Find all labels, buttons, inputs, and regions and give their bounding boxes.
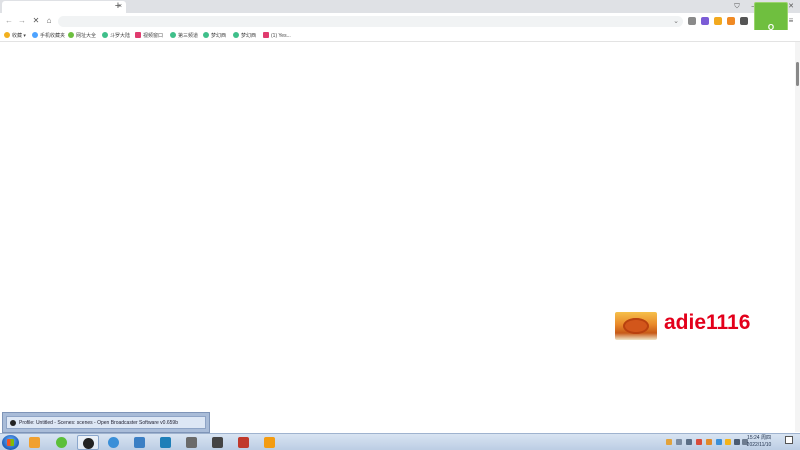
bookmark-item[interactable]: 网址大全 — [68, 31, 96, 41]
coupon-extension-icon[interactable] — [714, 17, 722, 25]
crab-image — [615, 312, 657, 340]
windows-logo-icon — [7, 439, 14, 446]
taskbar-app-browser[interactable] — [51, 435, 73, 450]
taskbar-preview-popup[interactable]: Profile: Untitled - Scenes: scenes - Ope… — [2, 412, 210, 433]
android-icon — [186, 437, 197, 448]
start-button[interactable] — [2, 435, 19, 450]
bookmark-label: 斗罗大陆 — [110, 33, 131, 39]
tray-icon[interactable] — [725, 439, 731, 445]
site-icon — [102, 32, 108, 38]
taskbar-app-game[interactable] — [233, 435, 255, 450]
watermark-text: adie1116 — [664, 311, 751, 334]
tray-icon[interactable] — [676, 439, 682, 445]
edge-icon — [108, 437, 119, 448]
game-icon — [238, 437, 249, 448]
globe-icon — [68, 32, 74, 38]
extension-icon[interactable] — [701, 17, 709, 25]
bookmark-label: 网址大全 — [76, 33, 97, 39]
taskbar-app-qq[interactable] — [24, 435, 46, 450]
video-icon — [263, 32, 269, 38]
bookmark-label: 手机收藏夹 — [40, 33, 66, 39]
bookmark-item[interactable]: 梦幻西 — [203, 31, 226, 41]
taskbar-app-android[interactable] — [181, 435, 203, 450]
bookmark-label: 梦幻西 — [241, 33, 257, 39]
tray-icon[interactable] — [686, 439, 692, 445]
qq-icon — [29, 437, 40, 448]
taskbar: 15:24 周四 2022/11/10 — [0, 433, 800, 450]
taskbar-app-edge[interactable] — [103, 435, 125, 450]
chevron-down-icon[interactable]: ⌄ — [673, 16, 679, 27]
navigation-bar: ← → ✕ ⌂ ⌄ — [0, 13, 800, 30]
bookmark-item[interactable]: 斗罗大陆 — [102, 31, 130, 41]
pin-icon[interactable]: ⛉ — [730, 0, 744, 13]
video-icon — [135, 32, 141, 38]
forward-button[interactable]: → — [16, 15, 28, 27]
menu-icon[interactable]: ≡ — [786, 16, 796, 26]
bookmark-item[interactable]: 视频窗口 — [135, 31, 163, 41]
player-icon — [264, 437, 275, 448]
browser-icon — [56, 437, 67, 448]
clock-date: 2022/11/10 — [746, 442, 772, 448]
phone-icon — [32, 32, 38, 38]
site-icon — [233, 32, 239, 38]
taskbar-app-player[interactable] — [259, 435, 281, 450]
crab-shape — [623, 318, 649, 334]
tray-icon[interactable] — [696, 439, 702, 445]
tray-icon[interactable] — [666, 439, 672, 445]
cut-extension-icon[interactable] — [688, 17, 696, 25]
popup-title: Profile: Untitled - Scenes: scenes - Ope… — [19, 420, 178, 426]
tray-icon[interactable] — [706, 439, 712, 445]
bookmark-label: 第三频道 — [178, 33, 199, 39]
bookmark-label: 梦幻西 — [211, 33, 227, 39]
address-bar[interactable]: ⌄ — [58, 16, 683, 27]
tab-strip: × + ⛉ — ☐ ✕ — [0, 0, 800, 13]
site-icon — [203, 32, 209, 38]
obs-icon — [83, 438, 94, 449]
bookmark-item[interactable]: 第三频道 — [170, 31, 198, 41]
bookmark-label: 视频窗口 — [143, 33, 164, 39]
bookmark-label: (1) Yes... — [271, 33, 291, 39]
system-clock[interactable]: 15:24 周四 2022/11/10 — [744, 435, 774, 449]
taskbar-app-generic[interactable] — [155, 435, 177, 450]
tray-icon[interactable] — [716, 439, 722, 445]
apps-grid-icon[interactable] — [740, 17, 748, 25]
obs-icon — [10, 420, 16, 426]
new-tab-button[interactable]: + — [113, 0, 123, 13]
owl-icon — [212, 437, 223, 448]
vscode-icon — [134, 437, 145, 448]
network-icon[interactable] — [734, 439, 740, 445]
taskbar-app-vscode[interactable] — [129, 435, 151, 450]
show-desktop-button[interactable] — [785, 436, 793, 444]
app-icon — [160, 437, 171, 448]
stop-button[interactable]: ✕ — [30, 15, 42, 27]
site-icon — [170, 32, 176, 38]
star-icon — [4, 32, 10, 38]
home-button[interactable]: ⌂ — [43, 15, 55, 27]
scrollbar[interactable] — [795, 42, 800, 432]
browser-tab[interactable]: × — [2, 1, 126, 13]
game-extension-icon[interactable] — [727, 17, 735, 25]
scrollbar-thumb[interactable] — [796, 62, 799, 86]
bookmark-item[interactable]: 收藏 ▾ — [4, 31, 26, 41]
page-content — [0, 42, 795, 432]
bookmark-item[interactable]: 梦幻西 — [233, 31, 256, 41]
bookmark-item[interactable]: (1) Yes... — [263, 31, 291, 41]
clock-time: 15:24 周四 — [747, 435, 771, 441]
bookmarks-bar: 收藏 ▾ 手机收藏夹 网址大全 斗罗大陆 视频窗口 第三频道 梦幻西 梦幻西 (… — [0, 30, 800, 42]
back-button[interactable]: ← — [3, 15, 15, 27]
taskbar-app-obs[interactable] — [77, 435, 99, 450]
taskbar-app-owl[interactable] — [207, 435, 229, 450]
popup-title-bar[interactable]: Profile: Untitled - Scenes: scenes - Ope… — [6, 416, 206, 429]
bookmark-item[interactable]: 手机收藏夹 — [32, 31, 65, 41]
bookmark-label: 收藏 — [12, 33, 23, 39]
